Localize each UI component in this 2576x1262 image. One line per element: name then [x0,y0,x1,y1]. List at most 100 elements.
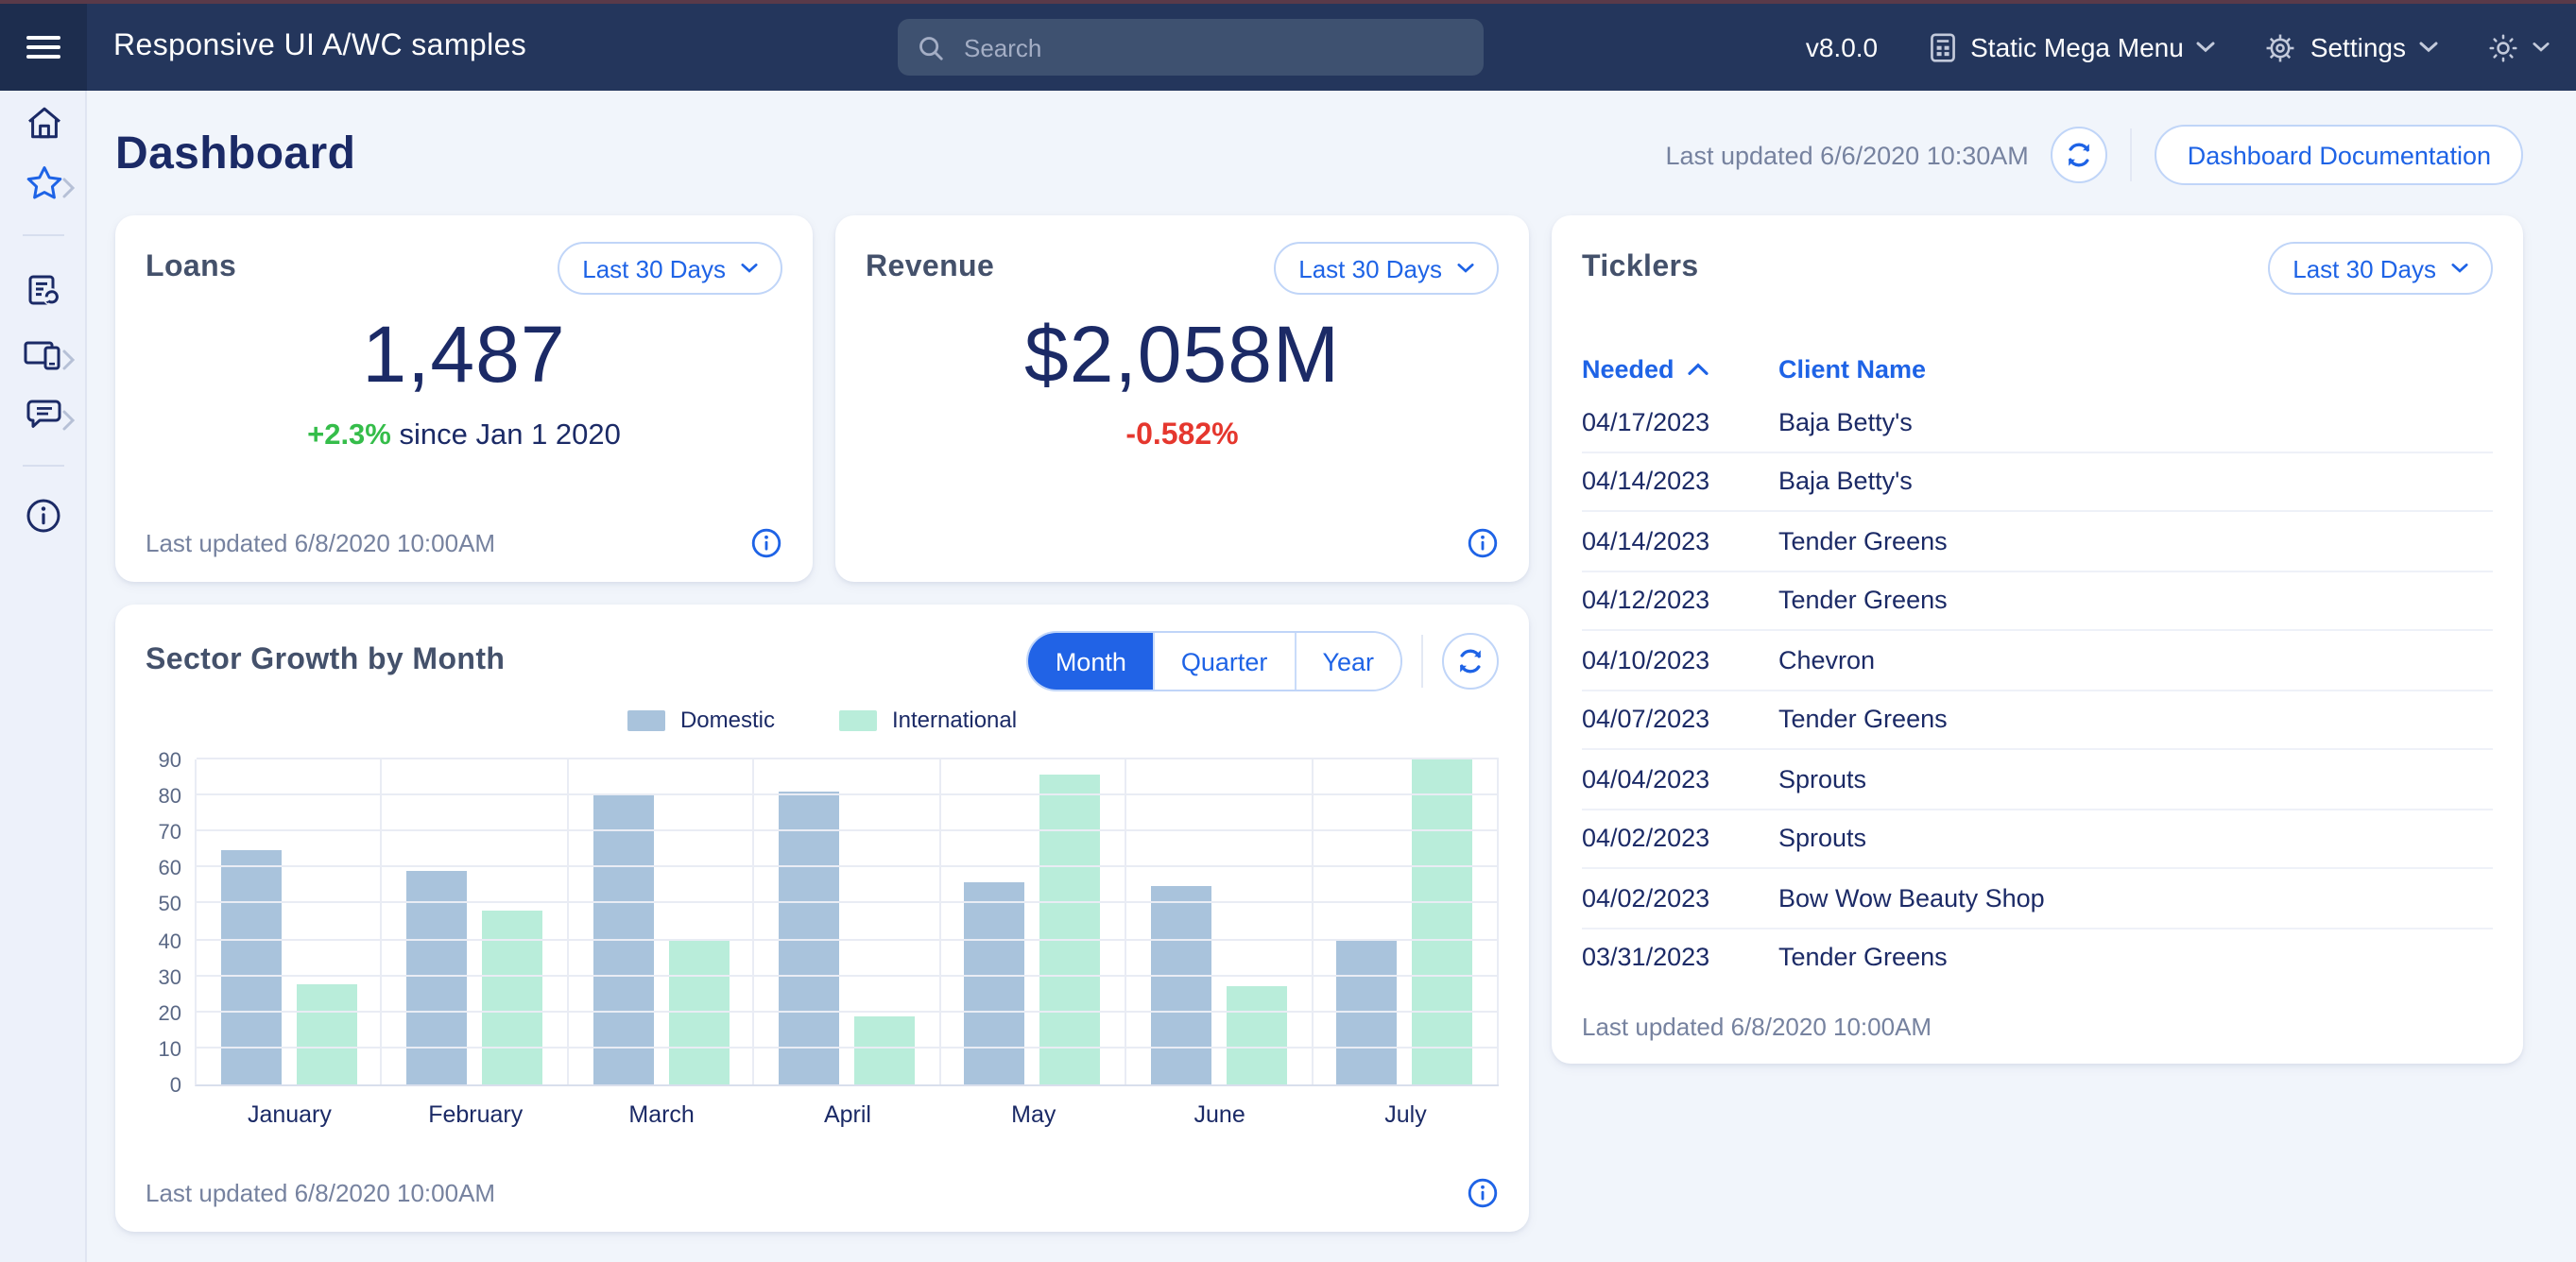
chevron-down-icon [2197,42,2216,53]
bar-group [569,759,755,1084]
tickler-client-name: Baja Betty's [1778,408,1913,436]
revenue-range-label: Last 30 Days [1298,254,1442,282]
bar-international [482,912,542,1084]
y-axis-label: 0 [136,1075,181,1098]
tickler-needed-date: 04/04/2023 [1582,765,1778,793]
sector-card-title: Sector Growth by Month [146,644,505,678]
chevron-down-icon [2533,42,2550,53]
mega-menu-dropdown[interactable]: Static Mega Menu [1927,31,2216,63]
sidebar-item-favorites[interactable] [0,164,87,212]
info-icon [25,497,62,544]
legend-swatch [839,709,877,730]
revenue-delta-line: -0.582% [835,419,1529,453]
gridline [197,758,1499,759]
tickler-needed-date: 04/12/2023 [1582,587,1778,615]
chart-bar-groups [197,759,1499,1084]
toggle-year-button[interactable]: Year [1294,633,1400,690]
app-title: Responsive UI A/WC samples [113,30,526,64]
table-row: 04/07/2023Tender Greens [1582,691,2493,750]
legend-label: International [892,707,1017,733]
chart-plot: JanuaryFebruaryMarchAprilMayJuneJuly 010… [195,759,1499,1086]
report-refresh-icon [24,272,63,321]
gridline [197,974,1499,976]
sidebar-item-reports[interactable] [0,272,87,321]
chevron-right-icon [62,409,76,430]
search-input[interactable] [960,31,1465,63]
star-icon [24,164,63,212]
ticklers-card: Ticklers Last 30 Days Needed Clie [1552,215,2523,1064]
header-divider [2131,128,2133,181]
bar-international [1040,774,1101,1084]
bar-group [197,759,383,1084]
settings-label: Settings [2310,32,2406,62]
revenue-range-dropdown[interactable]: Last 30 Days [1274,242,1499,295]
sidebar-item-home[interactable] [0,104,87,151]
sidebar-item-messages[interactable] [0,397,87,442]
tickler-needed-date: 04/02/2023 [1582,884,1778,912]
sidebar-item-about[interactable] [0,497,87,544]
navbar-right-group: v8.0.0 Static Mega Menu Settings [1806,31,2576,63]
loans-range-dropdown[interactable]: Last 30 Days [558,242,782,295]
hamburger-menu-button[interactable] [0,4,87,91]
loans-delta-line: +2.3% since Jan 1 2020 [115,419,813,453]
page-refresh-button[interactable] [2052,127,2108,183]
gridline [197,1047,1499,1049]
page-header: Dashboard Last updated 6/6/2020 10:30AM … [115,121,2523,189]
tickler-needed-date: 04/07/2023 [1582,706,1778,734]
toggle-month-button[interactable]: Month [1029,633,1153,690]
chart-legend: Domestic International [115,707,1529,733]
main-area: Dashboard Last updated 6/6/2020 10:30AM … [87,91,2576,1262]
top-navbar: Responsive UI A/WC samples v8.0.0 Static… [0,4,2576,91]
table-row: 04/17/2023Baja Betty's [1582,393,2493,452]
ticklers-range-dropdown[interactable]: Last 30 Days [2268,242,2493,295]
y-axis-label: 70 [136,822,181,844]
legend-swatch [627,709,665,730]
ticklers-table-body: 04/17/2023Baja Betty's04/14/2023Baja Bet… [1582,393,2493,986]
column-header-needed[interactable]: Needed [1582,354,1778,383]
version-label: v8.0.0 [1806,32,1878,62]
settings-dropdown[interactable]: Settings [2265,31,2438,63]
bar-domestic [220,850,281,1084]
info-icon[interactable] [1467,527,1499,559]
bar-group [755,759,941,1084]
chart-x-labels: JanuaryFebruaryMarchAprilMayJuneJuly [197,1101,1499,1128]
chart-refresh-button[interactable] [1442,633,1499,690]
tickler-needed-date: 04/17/2023 [1582,408,1778,436]
y-axis-label: 10 [136,1039,181,1062]
table-row: 04/14/2023Baja Betty's [1582,452,2493,512]
bar-group [940,759,1126,1084]
revenue-card: Revenue Last 30 Days $2,058M -0.582% [835,215,1529,582]
column-header-client-name[interactable]: Client Name [1778,354,1926,383]
bar-international [1227,987,1287,1084]
y-axis-label: 80 [136,786,181,809]
legend-item[interactable]: Domestic [627,707,775,733]
info-icon[interactable] [1467,1177,1499,1209]
table-row: 04/02/2023Bow Wow Beauty Shop [1582,869,2493,929]
toggle-quarter-button[interactable]: Quarter [1153,633,1295,690]
sort-asc-icon [1688,362,1709,375]
legend-item[interactable]: International [839,707,1017,733]
tickler-client-name: Chevron [1778,646,1875,674]
dashboard-documentation-button[interactable]: Dashboard Documentation [2155,125,2523,185]
info-icon[interactable] [750,527,782,559]
y-axis-label: 60 [136,859,181,881]
sidebar-item-devices[interactable] [0,336,87,384]
revenue-card-title: Revenue [866,251,994,285]
theme-dropdown[interactable] [2487,31,2550,63]
search-box[interactable] [898,19,1484,76]
x-axis-label: April [755,1101,941,1128]
chevron-down-icon [2419,42,2438,53]
page-last-updated: Last updated 6/6/2020 10:30AM [1665,141,2028,169]
tickler-needed-date: 04/10/2023 [1582,646,1778,674]
x-axis-label: May [940,1101,1126,1128]
chevron-down-icon [1457,263,1474,274]
bar-group [1313,759,1499,1084]
left-sidebar [0,91,87,1262]
tickler-needed-date: 04/14/2023 [1582,468,1778,496]
tickler-client-name: Tender Greens [1778,706,1948,734]
bar-group [1126,759,1313,1084]
bar-international [296,983,356,1084]
mega-menu-label: Static Mega Menu [1970,32,2184,62]
application-root: Responsive UI A/WC samples v8.0.0 Static… [0,0,2576,1262]
chevron-down-icon [2451,263,2468,274]
